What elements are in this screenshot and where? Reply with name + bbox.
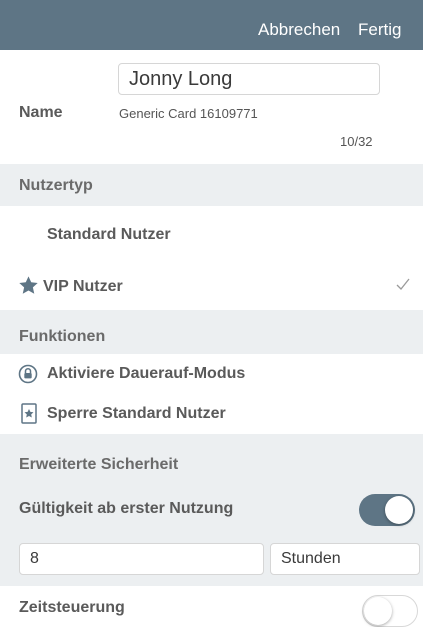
option-label: Standard Nutzer	[47, 226, 171, 243]
character-counter: 10/32	[340, 134, 373, 149]
duration-row	[0, 530, 423, 586]
schedule-label: Zeitsteuerung	[19, 599, 125, 616]
section-title: Erweiterte Sicherheit	[19, 456, 179, 473]
star-card-icon	[21, 403, 37, 429]
validity-row: Gültigkeit ab erster Nutzung	[0, 490, 423, 530]
option-label: VIP Nutzer	[43, 278, 123, 295]
function-permanent-open[interactable]: Aktiviere Dauerauf-Modus	[0, 354, 423, 394]
duration-unit-select[interactable]	[270, 543, 420, 575]
name-label: Name	[19, 104, 63, 121]
validity-label: Gültigkeit ab erster Nutzung	[19, 500, 234, 517]
cancel-button[interactable]: Abbrechen	[258, 20, 340, 40]
option-vip-user[interactable]: VIP Nutzer	[0, 262, 423, 310]
function-label: Sperre Standard Nutzer	[47, 405, 226, 422]
section-header-advanced-security: Erweiterte Sicherheit	[0, 434, 423, 490]
schedule-row: Zeitsteuerung	[0, 586, 423, 627]
function-block-standard-user[interactable]: Sperre Standard Nutzer	[0, 394, 423, 434]
toggle-knob	[385, 496, 413, 524]
top-bar: Abbrechen Fertig	[0, 0, 423, 50]
card-id-text: Generic Card 16109771	[119, 106, 258, 121]
star-icon	[18, 275, 39, 301]
lock-circle-icon	[18, 364, 38, 389]
validity-toggle[interactable]	[359, 494, 415, 526]
name-input[interactable]	[118, 63, 380, 95]
section-title: Funktionen	[19, 328, 106, 345]
section-header-functions: Funktionen	[0, 310, 423, 354]
schedule-toggle[interactable]	[362, 595, 418, 627]
function-label: Aktiviere Dauerauf-Modus	[47, 365, 246, 382]
duration-value-input[interactable]	[19, 543, 264, 575]
section-title: Nutzertyp	[19, 177, 93, 194]
option-standard-user[interactable]: Standard Nutzer	[0, 206, 423, 262]
checkmark-icon	[395, 276, 411, 297]
section-header-user-type: Nutzertyp	[0, 164, 423, 206]
done-button[interactable]: Fertig	[358, 20, 401, 40]
